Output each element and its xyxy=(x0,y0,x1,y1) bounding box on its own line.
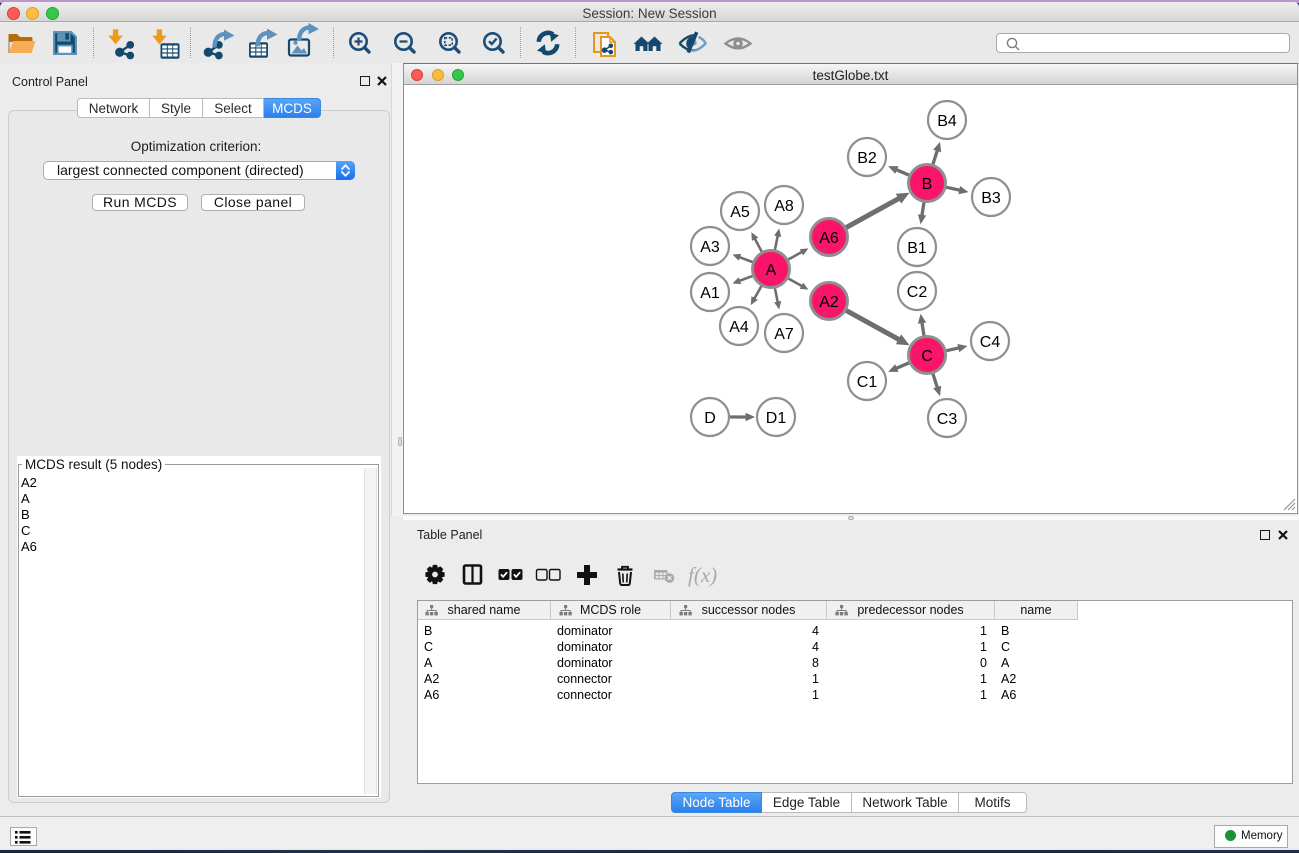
svg-text:A7: A7 xyxy=(774,326,794,343)
svg-text:B: B xyxy=(922,176,933,193)
svg-text:A3: A3 xyxy=(700,239,720,256)
svg-text:D: D xyxy=(704,410,716,427)
svg-text:C2: C2 xyxy=(907,284,928,301)
svg-text:B3: B3 xyxy=(981,190,1001,207)
svg-text:D1: D1 xyxy=(766,410,787,427)
svg-text:C1: C1 xyxy=(857,374,878,391)
svg-text:B1: B1 xyxy=(907,240,927,257)
svg-text:A8: A8 xyxy=(774,198,794,215)
svg-text:A2: A2 xyxy=(819,294,839,311)
svg-text:f(x): f(x) xyxy=(688,563,717,587)
svg-text:A: A xyxy=(766,262,777,279)
svg-text:A6: A6 xyxy=(819,230,839,247)
svg-text:B2: B2 xyxy=(857,150,877,167)
svg-text:A1: A1 xyxy=(700,285,720,302)
svg-text:C3: C3 xyxy=(937,411,958,428)
svg-text:A5: A5 xyxy=(730,204,750,221)
svg-text:C4: C4 xyxy=(980,334,1001,351)
svg-text:B4: B4 xyxy=(937,113,957,130)
svg-text:A4: A4 xyxy=(729,319,749,336)
svg-text:C: C xyxy=(921,348,933,365)
